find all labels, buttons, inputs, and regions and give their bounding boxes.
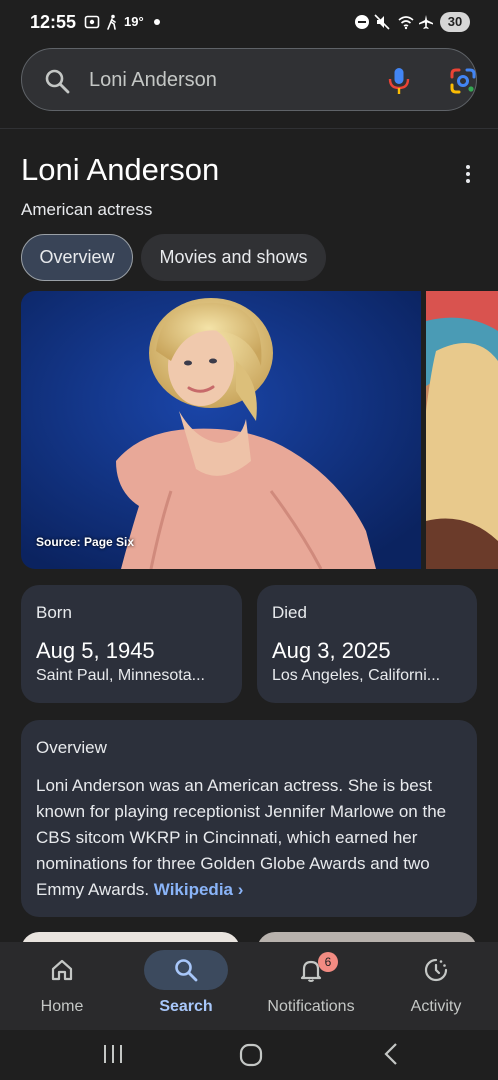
overview-label: Overview — [36, 738, 107, 757]
lens-icon[interactable] — [449, 67, 477, 95]
more-options-icon[interactable] — [458, 163, 478, 187]
entity-description: American actress — [21, 200, 153, 219]
overview-text: Loni Anderson was an American actress. S… — [36, 773, 468, 903]
do-not-disturb-icon — [355, 15, 369, 29]
walking-icon — [107, 14, 116, 30]
nav-notifications[interactable]: 6 Notifications — [249, 942, 373, 1030]
born-label: Born — [36, 603, 72, 622]
battery-icon: 30 — [440, 12, 470, 32]
airplane-icon — [419, 15, 433, 29]
mic-icon[interactable] — [387, 66, 411, 96]
search-icon — [175, 959, 198, 982]
chevron-right-icon: › — [237, 880, 244, 899]
born-card[interactable]: Born Aug 5, 1945 Saint Paul, Minnesota..… — [21, 585, 242, 703]
nav-notifications-label: Notifications — [267, 998, 355, 1015]
tab-movies-and-shows[interactable]: Movies and shows — [141, 234, 326, 281]
entity-photo-next[interactable] — [426, 291, 498, 569]
bottom-navigation: Home Search 6 Notifications Activity — [0, 942, 498, 1030]
home-icon — [51, 959, 73, 981]
back-icon[interactable] — [380, 1042, 404, 1066]
notification-badge: 6 — [318, 952, 338, 972]
died-date: Aug 3, 2025 — [272, 638, 391, 663]
nav-search[interactable]: Search — [124, 942, 248, 1030]
died-place: Los Angeles, Californi... — [272, 667, 441, 684]
activity-icon — [424, 958, 448, 982]
overview-card: Overview Loni Anderson was an American a… — [21, 720, 477, 917]
header-divider — [0, 128, 498, 129]
mute-icon — [374, 14, 390, 30]
home-button-icon[interactable] — [238, 1042, 264, 1068]
nav-home[interactable]: Home — [0, 942, 124, 1030]
died-label: Died — [272, 603, 307, 622]
recent-apps-icon[interactable] — [101, 1042, 125, 1066]
search-bar[interactable]: Loni Anderson — [21, 48, 477, 111]
nav-activity[interactable]: Activity — [374, 942, 498, 1030]
died-card[interactable]: Died Aug 3, 2025 Los Angeles, Californi.… — [257, 585, 477, 703]
wifi-icon — [398, 16, 414, 30]
notification-dot — [154, 19, 160, 25]
image-source: Source: Page Six — [36, 535, 135, 549]
born-date: Aug 5, 1945 — [36, 638, 155, 663]
nav-home-label: Home — [40, 998, 84, 1015]
search-icon[interactable] — [44, 68, 70, 94]
wikipedia-link[interactable]: Wikipedia › — [154, 880, 244, 899]
nav-activity-label: Activity — [410, 998, 462, 1015]
page-title: Loni Anderson — [21, 152, 220, 187]
system-navigation — [0, 1030, 498, 1080]
wikipedia-link-label[interactable]: Wikipedia — [154, 880, 233, 899]
screenshot-icon — [84, 15, 100, 29]
status-bar: 12:55 19° 30 — [0, 0, 498, 46]
status-time: 12:55 — [30, 12, 77, 32]
tab-overview[interactable]: Overview — [21, 234, 133, 281]
nav-search-label: Search — [159, 998, 213, 1015]
search-input[interactable]: Loni Anderson — [89, 69, 217, 92]
born-place: Saint Paul, Minnesota... — [36, 667, 205, 684]
entity-photo[interactable] — [21, 291, 421, 569]
status-temperature: 19° — [124, 14, 144, 29]
